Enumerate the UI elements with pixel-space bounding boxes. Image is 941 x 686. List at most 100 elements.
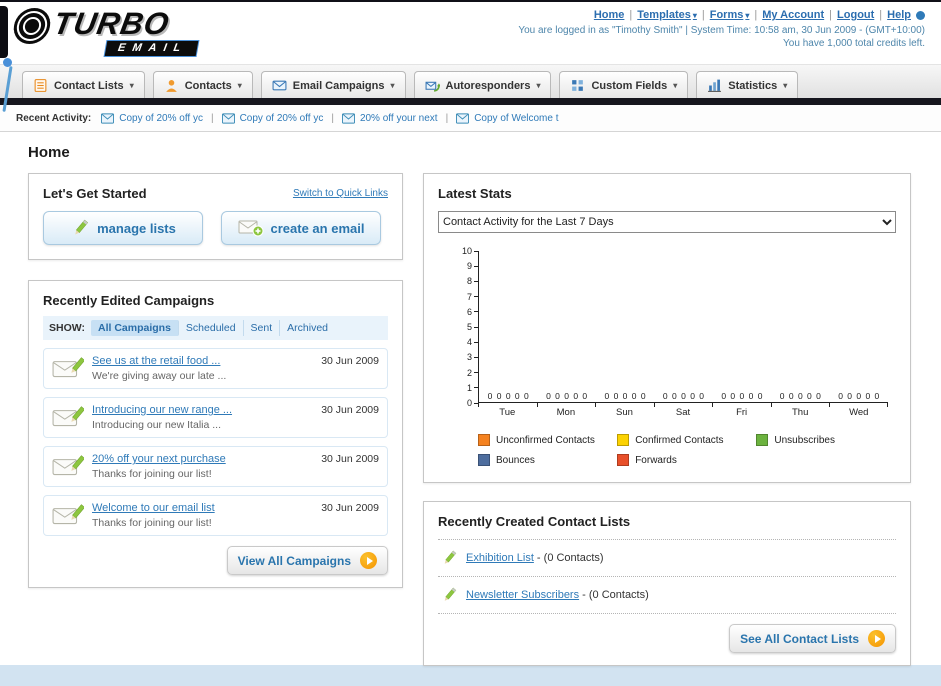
campaign-title-link[interactable]: Introducing our new range ... [92, 404, 313, 416]
top-link-label: Templates [637, 9, 691, 21]
bar-value-labels: 0 0 0 0 0 [779, 391, 821, 401]
campaign-edit-icon [52, 406, 84, 427]
y-tick-label: 0 [458, 398, 478, 408]
filter-all-campaigns[interactable]: All Campaigns [90, 320, 179, 336]
latest-stats-title: Latest Stats [438, 186, 512, 201]
legend-label: Forwards [635, 454, 677, 466]
show-label: SHOW: [49, 322, 85, 334]
view-all-campaigns-button[interactable]: View All Campaigns [226, 546, 388, 575]
y-tick-label: 5 [458, 322, 478, 332]
contact-list-link[interactable]: Newsletter Subscribers [466, 589, 579, 601]
recent-activity-item[interactable]: Copy of Welcome t [456, 112, 559, 124]
legend-swatch [617, 454, 630, 466]
x-axis-label: Thu [770, 403, 830, 418]
recent-activity-item[interactable]: 20% off your next [341, 112, 438, 124]
legend-item: Confirmed Contacts [617, 434, 756, 446]
top-nav: Home | Templates ▾ | Forms ▾ | My Account | Lo… [518, 9, 925, 21]
main-area: Recent Activity: Copy of 20% off yc | Co… [0, 105, 941, 666]
top-link-templates[interactable]: Templates ▾ [637, 9, 697, 21]
campaign-edit-icon [52, 455, 84, 476]
filter-archived[interactable]: Archived [280, 320, 335, 336]
legend-item: Bounces [478, 454, 617, 466]
bar-value-labels: 0 0 0 0 0 [546, 391, 588, 401]
legend-item: Unsubscribes [756, 434, 895, 446]
get-started-panel: Let's Get Started Switch to Quick Links … [28, 173, 403, 260]
x-axis-label: Sun [595, 403, 654, 418]
campaign-title-link[interactable]: Welcome to our email list [92, 502, 313, 514]
y-tick-label: 3 [458, 352, 478, 362]
top-link-home[interactable]: Home [594, 9, 625, 21]
top-link-label: Forms [709, 9, 744, 21]
contact-lists-title: Recently Created Contact Lists [438, 514, 631, 529]
contact-list-row: Exhibition List - (0 Contacts) [438, 540, 896, 577]
campaign-edit-icon [52, 357, 84, 378]
app-logo[interactable]: TURBO EMAIL [11, 6, 300, 56]
campaigns-filter-bar: SHOW: All Campaigns Scheduled Sent Archi… [43, 316, 388, 340]
activity-item-label: 20% off your next [359, 112, 438, 124]
y-tick-label: 1 [458, 383, 478, 393]
custom-fields-icon [572, 80, 584, 91]
tab-contact-lists[interactable]: Contact Lists ▾ [22, 71, 145, 98]
legend-swatch [617, 434, 630, 446]
x-axis-label: Fri [712, 403, 771, 418]
legend-label: Bounces [496, 454, 535, 466]
recent-activity-label: Recent Activity: [16, 112, 92, 124]
chart-zero-labels: 0 0 0 0 0 0 0 0 0 0 0 0 0 0 0 0 0 0 0 0 0 0 … [479, 391, 888, 401]
see-all-contact-lists-button[interactable]: See All Contact Lists [729, 624, 896, 653]
create-email-button[interactable]: create an email [221, 211, 381, 245]
legend-item: Forwards [617, 454, 756, 466]
manage-lists-button[interactable]: manage lists [43, 211, 203, 245]
tab-custom-fields[interactable]: Custom Fields ▾ [559, 71, 689, 98]
recent-activity-item[interactable]: Copy of 20% off yc [101, 113, 203, 124]
campaign-row: Introducing our new range ... Introducin… [43, 397, 388, 438]
contact-list-link[interactable]: Exhibition List [466, 552, 534, 564]
manage-lists-label: manage lists [97, 220, 176, 236]
campaign-title-link[interactable]: 20% off your next purchase [92, 453, 313, 465]
tab-autoresponders[interactable]: Autoresponders ▾ [413, 71, 552, 98]
filter-scheduled[interactable]: Scheduled [179, 320, 244, 336]
campaign-title-link[interactable]: See us at the retail food ... [92, 355, 313, 367]
contact-count: - (0 Contacts) [533, 552, 604, 564]
credits-info: You have 1,000 total credits left. [783, 38, 925, 49]
campaign-subtitle: We're giving away our late ... [92, 370, 227, 382]
contact-list-row: Newsletter Subscribers - (0 Contacts) [438, 577, 896, 614]
new-email-icon [238, 220, 264, 237]
corner-dot-icon [916, 10, 925, 20]
bar-value-labels: 0 0 0 0 0 [604, 391, 646, 401]
chart-legend: Unconfirmed Contacts Confirmed Contacts Un… [478, 434, 896, 466]
stats-period-select[interactable]: Contact Activity for the Last 7 Days [438, 211, 896, 233]
campaign-date: 30 Jun 2009 [321, 355, 379, 367]
filter-sent[interactable]: Sent [244, 320, 281, 336]
legend-swatch [756, 434, 769, 446]
x-axis-label: Wed [829, 403, 888, 418]
contact-activity-chart: 10 9 8 7 6 5 4 3 2 1 0 0 0 0 0 00 0 0 0 00 0 0 0 0… [452, 246, 888, 408]
tab-contacts[interactable]: Contacts ▾ [152, 71, 253, 98]
nav-divider-bar [0, 98, 941, 105]
top-link-logout[interactable]: Logout [837, 9, 874, 21]
tab-statistics[interactable]: Statistics ▾ [696, 71, 799, 98]
recent-contact-lists-panel: Recently Created Contact Lists Exhibitio… [423, 501, 911, 666]
recent-activity-item[interactable]: Copy of 20% off yc [221, 113, 323, 124]
bar-value-labels: 0 0 0 0 0 [662, 391, 705, 401]
campaign-date: 30 Jun 2009 [321, 453, 379, 465]
chevron-down-icon: ▾ [692, 10, 697, 20]
tab-label: Email Campaigns [292, 79, 385, 92]
bar-value-labels: 0 0 0 0 0 [721, 391, 763, 401]
envelope-icon [101, 112, 115, 124]
arrow-right-icon [868, 630, 885, 647]
chevron-down-icon: ▾ [129, 81, 134, 90]
tab-email-campaigns[interactable]: Email Campaigns ▾ [260, 71, 406, 98]
top-link-my-account[interactable]: My Account [762, 9, 824, 21]
create-email-label: create an email [270, 220, 365, 236]
separator: | [879, 9, 883, 21]
envelope-icon [456, 112, 470, 124]
campaign-date: 30 Jun 2009 [321, 502, 379, 514]
campaign-date: 30 Jun 2009 [321, 404, 379, 416]
tab-label: Custom Fields [591, 79, 668, 92]
right-column: Latest Stats Contact Activity for the La… [423, 173, 911, 666]
switch-quick-links-link[interactable]: Switch to Quick Links [293, 188, 388, 199]
separator: | [629, 9, 633, 21]
top-link-help[interactable]: Help [887, 9, 911, 21]
top-link-forms[interactable]: Forms ▾ [710, 9, 750, 21]
campaign-row: Welcome to our email list Thanks for joi… [43, 495, 388, 536]
